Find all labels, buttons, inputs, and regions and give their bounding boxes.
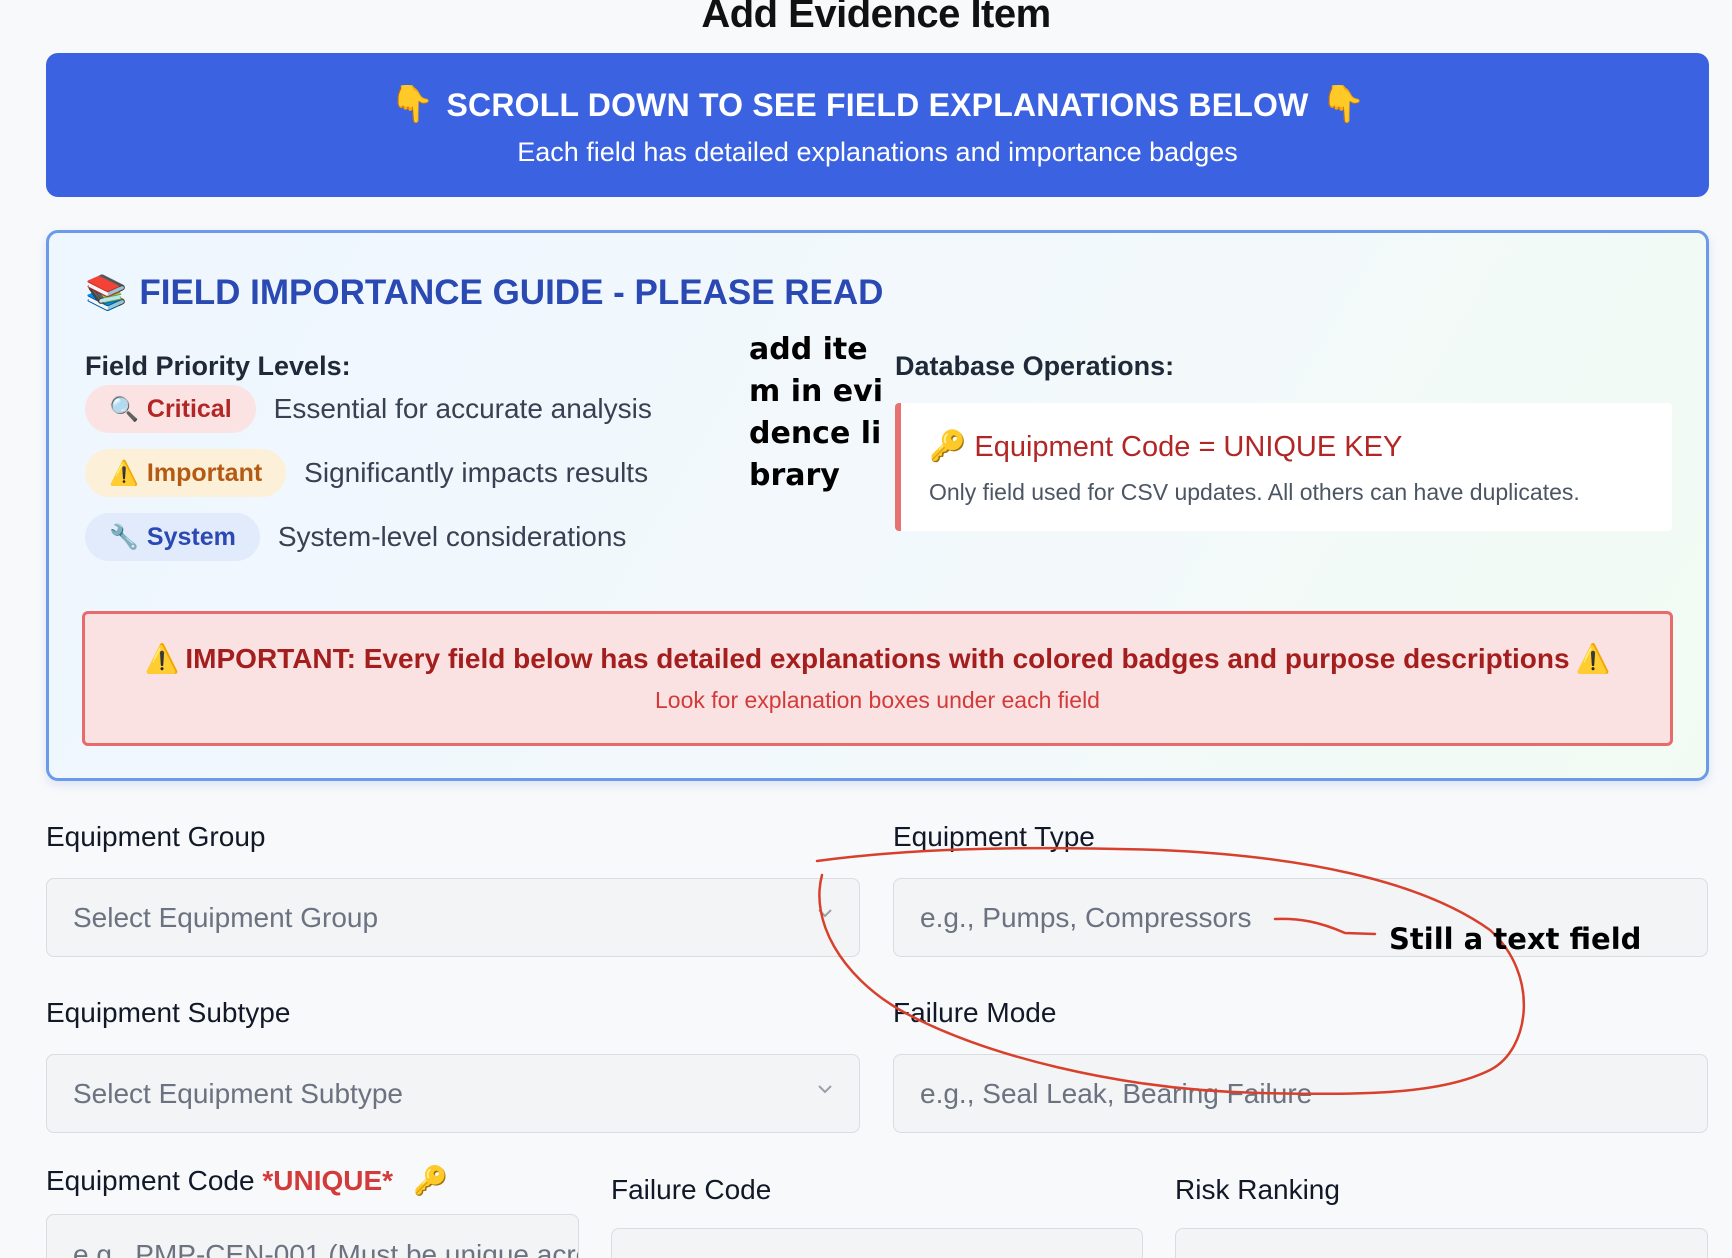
- unique-key-description: Only field used for CSV updates. All oth…: [929, 479, 1580, 505]
- unique-key-title-text: Equipment Code = UNIQUE KEY: [974, 431, 1403, 463]
- banner-subtitle: Each field has detailed explanations and…: [517, 137, 1238, 167]
- unique-key-callout: 🔑 Equipment Code = UNIQUE KEY Only field …: [895, 403, 1672, 531]
- equipment-type-placeholder: e.g., Pumps, Compressors: [920, 901, 1252, 933]
- magnifier-icon: 🔍: [109, 395, 139, 423]
- database-operations-heading: Database Operations:: [895, 351, 1175, 381]
- warning-title: ⚠️ IMPORTANT: Every field below has detai…: [85, 642, 1670, 675]
- equipment-code-placeholder: e.g., PMP-CEN-001 (Must be unique across…: [73, 1239, 578, 1258]
- banner-title-text: SCROLL DOWN TO SEE FIELD EXPLANATIONS BE…: [446, 87, 1309, 123]
- warning-title-text: IMPORTANT: Every field below has detaile…: [185, 643, 1570, 674]
- system-description: System-level considerations: [277, 521, 627, 552]
- books-icon: 📚: [85, 274, 128, 312]
- risk-ranking-label: Risk Ranking: [1175, 1174, 1340, 1205]
- risk-ranking-input[interactable]: [1175, 1228, 1708, 1258]
- warning-icon: ⚠️: [109, 459, 139, 487]
- critical-description: Essential for accurate analysis: [273, 393, 652, 424]
- chevron-down-icon: [818, 1085, 832, 1094]
- system-badge-label: System: [146, 522, 236, 551]
- priority-critical-row: 🔍 Critical Essential for accurate analysi…: [85, 385, 652, 433]
- important-badge-label: Important: [146, 458, 263, 487]
- equipment-group-placeholder: Select Equipment Group: [73, 901, 379, 933]
- equipment-code-input[interactable]: e.g., PMP-CEN-001 (Must be unique across…: [46, 1214, 579, 1258]
- system-badge: 🔧 System: [85, 513, 260, 561]
- equipment-code-label-text: Equipment Code: [46, 1165, 255, 1196]
- equipment-subtype-placeholder: Select Equipment Subtype: [73, 1077, 403, 1109]
- guide-title-text: FIELD IMPORTANCE GUIDE - PLEASE READ: [139, 273, 884, 312]
- unique-key-title: 🔑 Equipment Code = UNIQUE KEY: [929, 429, 1402, 464]
- handwritten-note-add-item: add item in evidence library: [749, 332, 883, 493]
- unique-tag: *UNIQUE*: [262, 1165, 394, 1196]
- failure-code-label: Failure Code: [611, 1174, 772, 1205]
- warning-subtitle: Look for explanation boxes under each fi…: [655, 687, 1100, 713]
- handwritten-note-text-field: Still a text field: [1389, 922, 1642, 956]
- important-badge: ⚠️ Important: [85, 449, 287, 497]
- failure-mode-placeholder: e.g., Seal Leak, Bearing Failure: [920, 1077, 1313, 1109]
- equipment-subtype-label: Equipment Subtype: [46, 997, 291, 1028]
- key-icon: 🔑: [413, 1165, 448, 1196]
- key-icon: 🔑: [929, 430, 967, 463]
- priority-heading: Field Priority Levels:: [85, 351, 351, 381]
- warning-icon: ⚠️: [144, 643, 180, 674]
- priority-system-row: 🔧 System System-level considerations: [85, 513, 626, 561]
- scroll-hint-banner: 👇 SCROLL DOWN TO SEE FIELD EXPLANATIONS B…: [46, 53, 1709, 197]
- failure-code-input[interactable]: [611, 1228, 1143, 1258]
- equipment-subtype-select[interactable]: Select Equipment Subtype: [46, 1054, 860, 1133]
- banner-title: 👇 SCROLL DOWN TO SEE FIELD EXPLANATIONS B…: [46, 83, 1709, 125]
- failure-mode-label: Failure Mode: [893, 997, 1057, 1028]
- critical-badge-label: Critical: [146, 394, 232, 423]
- equipment-code-label: Equipment Code *UNIQUE* 🔑: [46, 1164, 448, 1197]
- pointing-down-icon: 👇: [1320, 83, 1366, 124]
- chevron-down-icon: [818, 909, 832, 918]
- equipment-group-select[interactable]: Select Equipment Group: [46, 878, 860, 957]
- important-warning-box: ⚠️ IMPORTANT: Every field below has detai…: [82, 611, 1673, 746]
- important-description: Significantly impacts results: [304, 457, 649, 488]
- equipment-type-label: Equipment Type: [893, 821, 1095, 852]
- failure-mode-input[interactable]: e.g., Seal Leak, Bearing Failure: [893, 1054, 1708, 1133]
- critical-badge: 🔍 Critical: [85, 385, 256, 433]
- page-title: Add Evidence Item: [701, 0, 1051, 36]
- priority-important-row: ⚠️ Important Significantly impacts result…: [85, 449, 648, 497]
- wrench-icon: 🔧: [109, 523, 139, 551]
- guide-title: 📚 FIELD IMPORTANCE GUIDE - PLEASE READ: [85, 273, 883, 313]
- warning-icon: ⚠️: [1575, 643, 1611, 674]
- pointing-down-icon: 👇: [389, 83, 435, 124]
- field-importance-guide: 📚 FIELD IMPORTANCE GUIDE - PLEASE READ Fi…: [46, 230, 1709, 781]
- equipment-group-label: Equipment Group: [46, 821, 266, 852]
